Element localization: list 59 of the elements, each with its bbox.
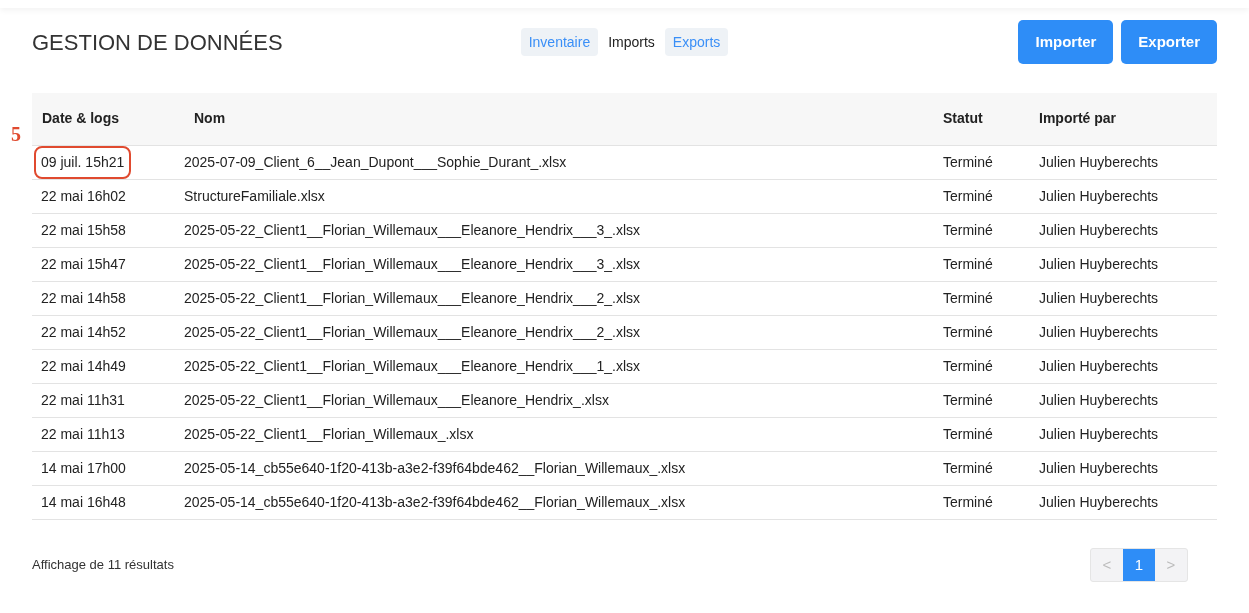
table-cell: Terminé bbox=[943, 187, 993, 204]
table-cell: Terminé bbox=[943, 357, 993, 374]
table-cell: 2025-05-22_Client1__Florian_Willemaux___Eleanore_Hendrix___2_.xlsx bbox=[184, 289, 641, 306]
column-header: Importé par bbox=[1039, 110, 1116, 127]
table-cell: Julien Huyberechts bbox=[1039, 153, 1159, 170]
previous-page-button[interactable]: < bbox=[1091, 549, 1123, 581]
table-cell: Terminé bbox=[943, 459, 993, 476]
table-cell-text: 22 mai 14h58 bbox=[40, 288, 127, 308]
table-cell: Terminé bbox=[943, 323, 993, 340]
table-cell: 2025-05-22_Client1__Florian_Willemaux_.xlsx bbox=[184, 425, 474, 442]
table-cell: Terminé bbox=[943, 425, 993, 442]
table-cell-text: 22 mai 11h31 bbox=[40, 390, 126, 410]
table-cell: 2025-05-14_cb55e640-1f20-413b-a3e2-f39f64bde462__Florian_Willemaux_.xlsx bbox=[184, 459, 686, 476]
action-button[interactable]: Importer bbox=[1018, 20, 1114, 64]
table-cell-text: 22 mai 15h58 bbox=[40, 220, 127, 240]
table-cell: Julien Huyberechts bbox=[1039, 425, 1159, 442]
table-cell: 2025-05-22_Client1__Florian_Willemaux___Eleanore_Hendrix_.xlsx bbox=[184, 391, 609, 408]
table-cell: 2025-05-22_Client1__Florian_Willemaux___Eleanore_Hendrix___2_.xlsx bbox=[184, 323, 641, 340]
table-cell-text: 14 mai 17h00 bbox=[40, 458, 127, 478]
action-button[interactable]: Exporter bbox=[1121, 20, 1217, 64]
column-header: Nom bbox=[194, 110, 226, 127]
page-title: GESTION DE DONNÉES bbox=[32, 29, 283, 55]
table-cell: Julien Huyberechts bbox=[1039, 255, 1159, 272]
table-cell: 2025-05-14_cb55e640-1f20-413b-a3e2-f39f64bde462__Florian_Willemaux_.xlsx bbox=[184, 493, 686, 510]
column-header: Date & logs bbox=[42, 110, 119, 127]
table-cell: Terminé bbox=[943, 153, 993, 170]
tab[interactable]: Inventaire bbox=[520, 28, 599, 56]
table-cell-text: 22 mai 14h49 bbox=[40, 356, 127, 376]
table-cell: Julien Huyberechts bbox=[1039, 187, 1159, 204]
tab[interactable]: Imports bbox=[606, 28, 657, 56]
results-count: Affichage de 11 résultats bbox=[32, 556, 174, 575]
table-cell: Julien Huyberechts bbox=[1039, 493, 1159, 510]
table-cell: Terminé bbox=[943, 289, 993, 306]
table-cell: 2025-05-22_Client1__Florian_Willemaux___Eleanore_Hendrix___3_.xlsx bbox=[184, 255, 641, 272]
page-button[interactable]: 1 bbox=[1123, 549, 1155, 581]
tab[interactable]: Exports bbox=[664, 28, 729, 56]
table-cell: 2025-05-22_Client1__Florian_Willemaux___Eleanore_Hendrix___1_.xlsx bbox=[184, 357, 641, 374]
column-header: Statut bbox=[943, 110, 983, 127]
table-cell: Julien Huyberechts bbox=[1039, 357, 1159, 374]
highlighted-cell: 09 juil. 15h21 bbox=[34, 145, 132, 179]
table-cell: Julien Huyberechts bbox=[1039, 289, 1159, 306]
table-cell: Terminé bbox=[943, 493, 993, 510]
next-page-button[interactable]: > bbox=[1155, 549, 1187, 581]
table-cell: Julien Huyberechts bbox=[1039, 391, 1159, 408]
table-cell: Julien Huyberechts bbox=[1039, 221, 1159, 238]
table-cell-text: 14 mai 16h48 bbox=[40, 492, 127, 512]
table-cell: 2025-05-22_Client1__Florian_Willemaux___Eleanore_Hendrix___3_.xlsx bbox=[184, 221, 641, 238]
table-cell-text: 22 mai 11h13 bbox=[40, 424, 126, 444]
table-cell: 2025-07-09_Client_6__Jean_Dupont___Sophie_Durant_.xlsx bbox=[184, 153, 567, 170]
table-cell-text: 22 mai 14h52 bbox=[40, 322, 127, 342]
table-cell: Julien Huyberechts bbox=[1039, 459, 1159, 476]
table-cell: Terminé bbox=[943, 391, 993, 408]
annotation-number: 5 bbox=[11, 122, 21, 147]
table-cell: StructureFamiliale.xlsx bbox=[184, 187, 325, 204]
table-cell: Terminé bbox=[943, 221, 993, 238]
table-cell-text: 22 mai 16h02 bbox=[40, 186, 127, 206]
table-cell: Terminé bbox=[943, 255, 993, 272]
table-cell-text: 22 mai 15h47 bbox=[40, 254, 127, 274]
table-cell: Julien Huyberechts bbox=[1039, 323, 1159, 340]
